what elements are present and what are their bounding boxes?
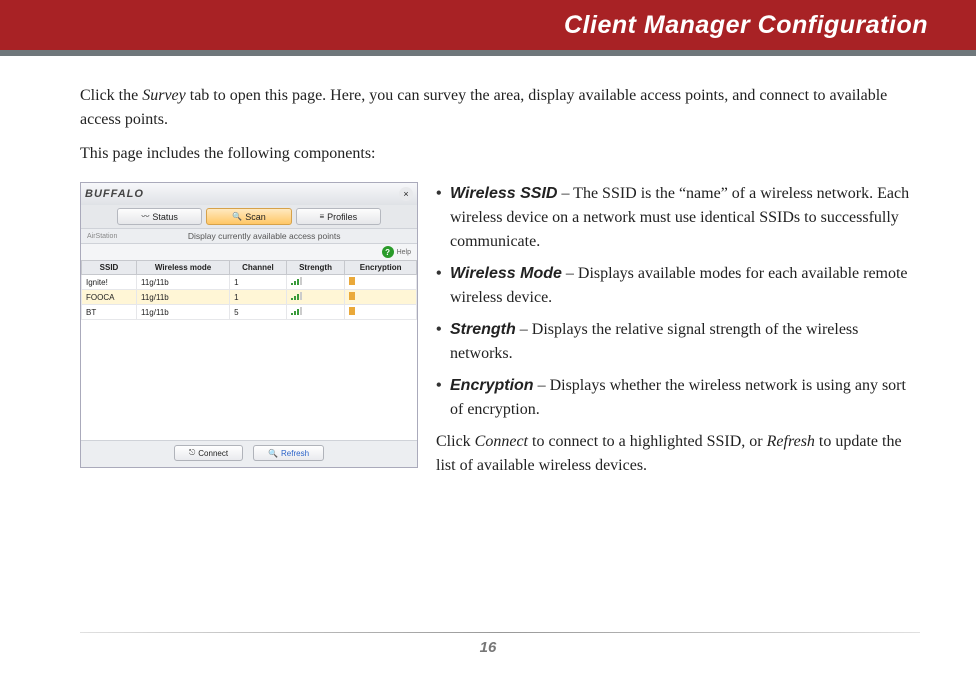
signal-icon [291,307,302,315]
lock-icon [349,307,355,315]
tab-scan[interactable]: 🔍Scan [206,208,291,225]
page-body: Click the Survey tab to open this page. … [0,56,976,478]
table-row[interactable]: FOOCA 11g/11b 1 [82,290,417,305]
signal-icon [291,292,302,300]
table-header-row: SSID Wireless mode Channel Strength Encr… [82,261,417,275]
networks-table: SSID Wireless mode Channel Strength Encr… [81,260,417,320]
col-encryption: Encryption [345,261,417,275]
page-title: Client Manager Configuration [564,11,928,40]
search-icon: 🔍 [268,449,278,458]
help-icon[interactable]: ? [382,246,394,258]
tab-strip: 〰Status 🔍Scan ≡Profiles [81,205,417,228]
subtitle-text: Display currently available access point… [117,231,411,241]
page-number: 16 [480,639,497,656]
page-footer: 16 [0,632,976,657]
table-row[interactable]: Ignite! 11g/11b 1 [82,275,417,290]
def-wireless-mode: Wireless Mode – Displays available modes… [436,262,920,310]
list-icon: ≡ [319,212,324,221]
search-icon: 🔍 [232,212,242,221]
col-channel: Channel [230,261,287,275]
col-strength: Strength [286,261,345,275]
help-row: ? Help [81,244,417,260]
close-icon[interactable]: × [399,187,413,201]
brand-logo: BUFFALO [85,188,144,200]
footer-rule [80,632,920,633]
def-strength: Strength – Displays the relative signal … [436,318,920,366]
link-icon: ⎋ [189,448,195,458]
header-bar: Client Manager Configuration [0,0,976,56]
connect-button[interactable]: ⎋Connect [174,445,243,461]
lock-icon [349,277,355,285]
closing-paragraph: Click Connect to connect to a highlighte… [436,430,920,478]
app-titlebar: BUFFALO × [81,183,417,205]
help-label: Help [397,249,411,256]
signal-icon [291,277,302,285]
col-ssid: SSID [82,261,137,275]
refresh-button[interactable]: 🔍Refresh [253,445,324,461]
button-row: ⎋Connect 🔍Refresh [81,440,417,467]
lock-icon [349,292,355,300]
definitions-list: Wireless SSID – The SSID is the “name” o… [436,182,920,422]
definitions-column: Wireless SSID – The SSID is the “name” o… [436,182,920,478]
tab-status[interactable]: 〰Status [117,208,202,225]
components-paragraph: This page includes the following compone… [80,142,900,166]
table-row[interactable]: BT 11g/11b 5 [82,305,417,320]
def-wireless-ssid: Wireless SSID – The SSID is the “name” o… [436,182,920,254]
empty-area [81,320,417,440]
content-row: BUFFALO × 〰Status 🔍Scan ≡Profiles AirSta… [80,182,920,478]
col-mode: Wireless mode [137,261,230,275]
airstation-tag: AirStation [87,233,117,240]
intro-paragraph: Click the Survey tab to open this page. … [80,84,900,132]
def-encryption: Encryption – Displays whether the wirele… [436,374,920,422]
subtitle-bar: AirStation Display currently available a… [81,228,417,244]
tab-profiles[interactable]: ≡Profiles [296,208,381,225]
embedded-screenshot: BUFFALO × 〰Status 🔍Scan ≡Profiles AirSta… [80,182,418,468]
status-icon: 〰 [141,211,149,222]
